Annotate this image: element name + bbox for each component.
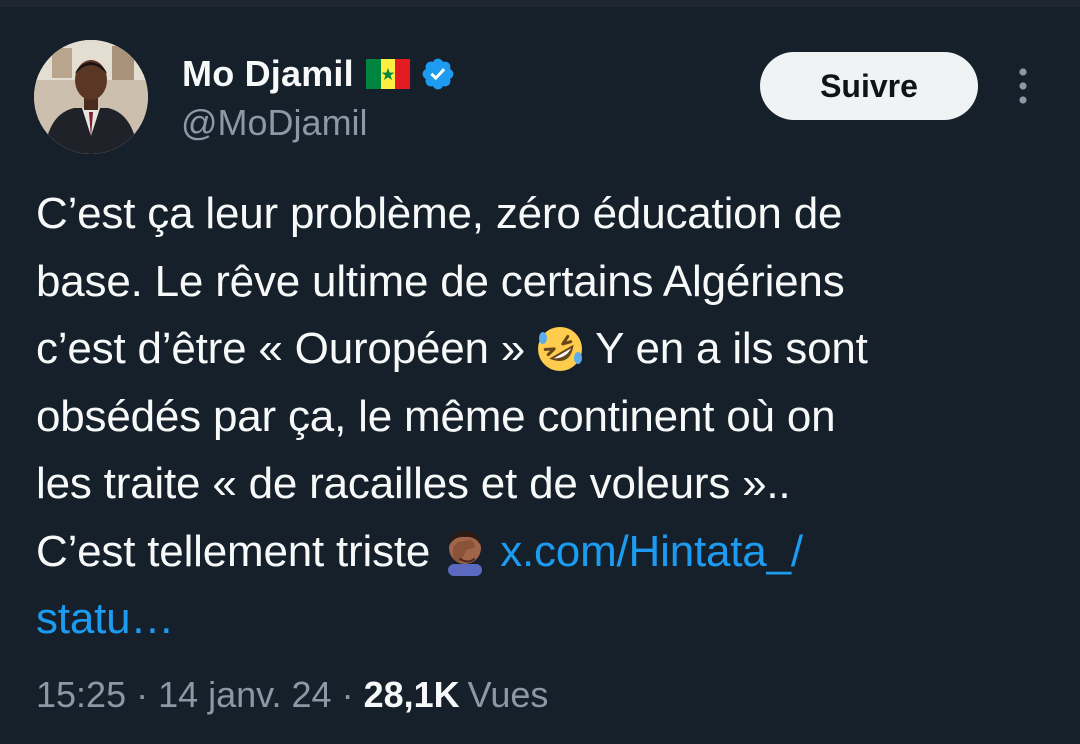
meta-separator: · bbox=[136, 674, 149, 715]
tweet-text-segment: C’est tellement triste bbox=[36, 526, 431, 576]
views-count[interactable]: 28,1K bbox=[364, 674, 460, 716]
tweet-text: C’est ça leur problème, zéro éducation d… bbox=[36, 180, 1046, 653]
tweet-link-continuation[interactable]: statu… bbox=[36, 585, 174, 653]
senegal-flag-icon bbox=[365, 59, 410, 89]
tweet-line: base. Le rêve ultime de certains Algérie… bbox=[36, 256, 845, 306]
more-vertical-icon[interactable] bbox=[1010, 66, 1036, 106]
rolling-on-floor-laughing-emoji-icon bbox=[535, 324, 585, 374]
tweet-time[interactable]: 15:25 bbox=[36, 674, 126, 716]
tweet-line: C’est tellement triste x.com/Hintata_/ bbox=[36, 518, 1046, 586]
tweet-line: C’est ça leur problème, zéro éducation d… bbox=[36, 189, 843, 238]
tweet-line: c’est d’être « Ouropéen » Y en a ils son… bbox=[36, 315, 1046, 383]
meta-separator: · bbox=[341, 674, 354, 715]
top-divider bbox=[0, 0, 1080, 7]
tweet-text-segment: c’est d’être « Ouropéen » bbox=[36, 324, 526, 373]
follow-button[interactable]: Suivre bbox=[760, 52, 978, 120]
views-label: Vues bbox=[467, 674, 549, 715]
tweet-line: les traite « de racailles et de voleurs … bbox=[36, 459, 791, 508]
avatar[interactable] bbox=[34, 40, 148, 154]
tweet-line: obsédés par ça, le même continent où on bbox=[36, 391, 836, 441]
facepalm-emoji-icon bbox=[440, 526, 490, 577]
tweet-date[interactable]: 14 janv. 24 bbox=[158, 674, 331, 716]
author-name-row: Mo Djamil bbox=[182, 52, 456, 96]
author-handle[interactable]: @MoDjamil bbox=[181, 102, 368, 144]
tweet-meta: 15:25 · 14 janv. 24 · 28,1K Vues bbox=[36, 670, 548, 720]
verified-badge-icon bbox=[420, 56, 456, 92]
tweet-link[interactable]: x.com/Hintata_/ bbox=[500, 518, 803, 586]
tweet-text-segment: Y en a ils sont bbox=[595, 324, 868, 373]
author-display-name[interactable]: Mo Djamil bbox=[182, 53, 354, 95]
tweet-line: statu… bbox=[36, 585, 1046, 653]
